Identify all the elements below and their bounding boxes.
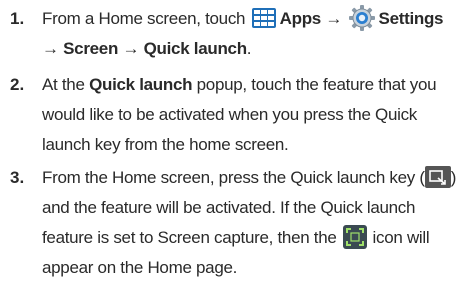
step-number: 3.: [10, 168, 25, 187]
step-text: From a Home screen, touch Apps → Setting…: [42, 4, 462, 64]
text: popup, touch the feature that you: [196, 75, 437, 94]
text: At the: [42, 75, 85, 94]
step-line: From a Home screen, touch Apps → Setting…: [42, 4, 462, 34]
arrow: →: [122, 39, 140, 58]
quick-launch-label: Quick launch: [89, 75, 193, 94]
screen-capture-icon: [342, 224, 367, 249]
instruction-document: 1. From a Home screen, touch Apps → Sett…: [0, 0, 468, 285]
apps-label: Apps: [279, 9, 322, 28]
step-line: and the feature will be activated. If th…: [42, 198, 416, 217]
period: .: [246, 39, 252, 58]
quick-launch-key-icon: [424, 165, 451, 188]
screen-label: Screen: [63, 39, 119, 58]
text: icon will: [372, 228, 430, 247]
arrow: →: [325, 9, 343, 28]
text: From a Home screen, touch: [42, 9, 246, 28]
quick-launch-label: Quick launch: [143, 39, 247, 58]
settings-label: Settings: [378, 9, 444, 28]
text: feature is set to Screen capture, then t…: [42, 228, 337, 247]
step-line: At the Quick launch popup, touch the fea…: [42, 70, 462, 100]
step-line: would like to be activated when you pres…: [42, 105, 417, 124]
step-line: launch key from the home screen.: [42, 135, 289, 154]
apps-grid-icon: [251, 7, 276, 28]
step-line: From the Home screen, press the Quick la…: [42, 163, 462, 193]
settings-gear-icon: [348, 4, 375, 31]
arrow: →: [42, 39, 59, 58]
step-number: 1.: [10, 9, 25, 28]
step-text: From the Home screen, press the Quick la…: [42, 163, 462, 283]
step-line: feature is set to Screen capture, then t…: [42, 223, 462, 253]
step-number: 2.: [10, 75, 25, 94]
text: ): [450, 168, 457, 187]
step-line: → Screen → Quick launch.: [42, 34, 462, 64]
step-text: At the Quick launch popup, touch the fea…: [42, 70, 462, 160]
step-line: appear on the Home page.: [42, 258, 238, 277]
text: From the Home screen, press the Quick la…: [42, 168, 425, 187]
